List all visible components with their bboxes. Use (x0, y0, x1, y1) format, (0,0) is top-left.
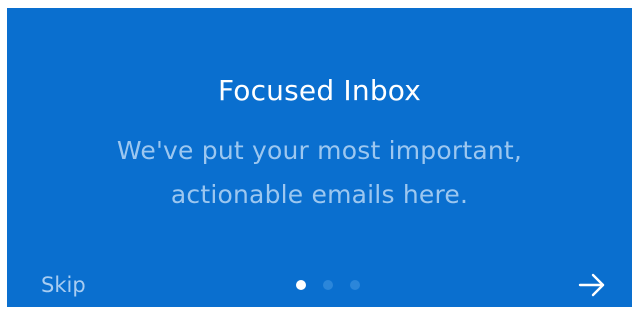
onboarding-title: Focused Inbox (217, 74, 422, 107)
skip-button[interactable]: Skip (41, 272, 86, 298)
page-dot-3[interactable] (350, 280, 360, 290)
next-button[interactable] (575, 268, 609, 302)
screen: Focused Inbox We've put your most import… (0, 0, 639, 309)
arrow-right-icon (578, 273, 605, 297)
description-line-2: actionable emails here. (170, 180, 469, 209)
page-dot-1[interactable] (296, 280, 306, 290)
onboarding-description: We've put your most important, actionabl… (7, 129, 632, 217)
description-line-1: We've put your most important, (116, 136, 523, 165)
onboarding-card: Focused Inbox We've put your most import… (7, 8, 632, 307)
page-indicator (296, 280, 360, 290)
page-dot-2[interactable] (323, 280, 333, 290)
